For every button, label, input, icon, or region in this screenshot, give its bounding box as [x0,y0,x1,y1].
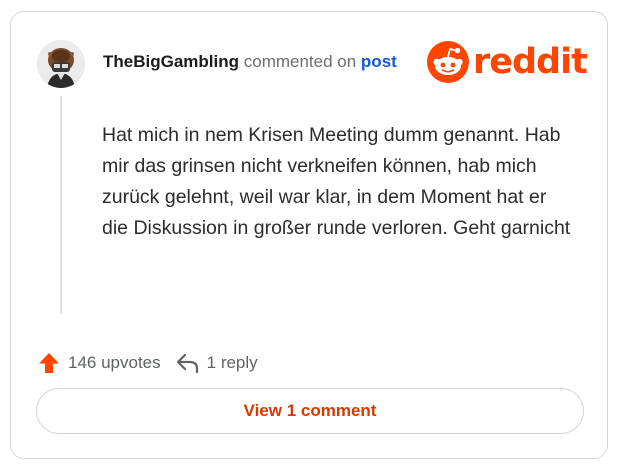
username[interactable]: TheBigGambling [103,52,239,71]
reddit-alien-icon [427,41,469,83]
comment-header: TheBigGambling commented on post [103,50,397,74]
reddit-wordmark: reddit [473,42,588,82]
commented-on-text: commented on [243,52,357,71]
upvote-count: 146 upvotes [68,353,161,372]
comment-actions: 146 upvotes 1 reply [37,350,258,376]
reddit-logo[interactable]: reddit [427,41,588,83]
avatar[interactable] [37,40,85,88]
comment-card: TheBigGambling commented on post reddit … [10,11,608,459]
upvote-arrow-icon[interactable] [37,351,61,375]
reply-arrow-icon[interactable] [175,351,201,375]
view-comment-button[interactable]: View 1 comment [36,388,584,434]
reply-count[interactable]: 1 reply [207,353,258,373]
comment-body: Hat mich in nem Krisen Meeting dumm gena… [102,124,571,239]
post-link[interactable]: post [361,52,397,71]
thread-line [60,96,62,314]
avatar-image [37,40,85,88]
